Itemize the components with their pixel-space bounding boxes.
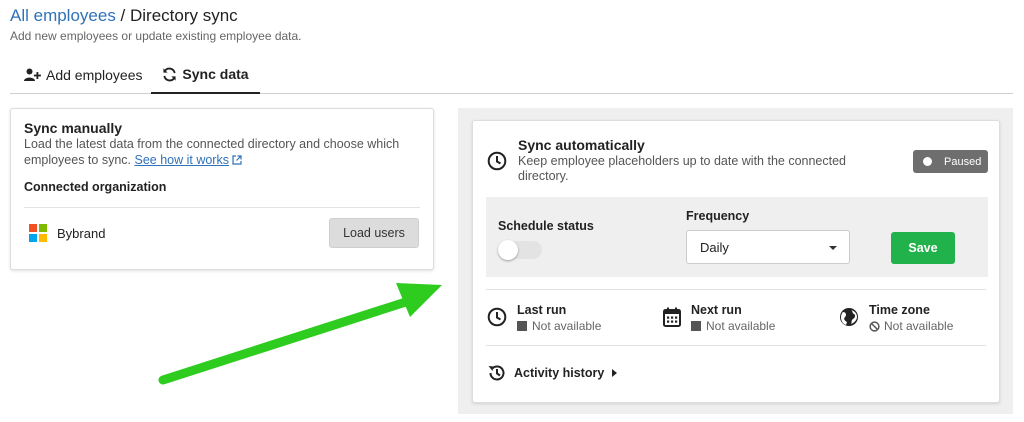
toggle-knob — [498, 240, 518, 260]
tab-add-employees-label: Add employees — [46, 67, 143, 83]
tab-sync-data[interactable]: Sync data — [151, 56, 260, 94]
history-icon — [488, 365, 505, 381]
tab-sync-data-label: Sync data — [182, 66, 249, 82]
status-badge-label: Paused — [944, 155, 982, 168]
next-run-value: Not available — [691, 319, 775, 333]
schedule-status-label: Schedule status — [498, 219, 594, 233]
page-title: All employees / Directory sync — [10, 6, 302, 26]
status-dot — [923, 157, 932, 166]
sync-manually-description: Load the latest data from the connected … — [24, 136, 424, 168]
last-run-value-text: Not available — [532, 319, 602, 333]
page-subtitle: Add new employees or update existing emp… — [10, 29, 302, 43]
globe-icon — [840, 308, 858, 326]
last-run-info: Last run Not available — [487, 303, 601, 333]
sync-manually-title: Sync manually — [24, 120, 123, 136]
clock-icon — [487, 307, 507, 327]
external-link-icon — [232, 155, 243, 165]
sync-automatically-card: Sync automatically Keep employee placeho… — [472, 120, 1000, 403]
time-zone-value: Not available — [869, 319, 953, 333]
see-how-it-works-label: See how it works — [134, 153, 229, 167]
time-zone-label: Time zone — [869, 303, 930, 317]
placeholder-square-icon — [517, 321, 527, 331]
frequency-label: Frequency — [686, 209, 750, 223]
activity-history-label: Activity history — [514, 366, 605, 380]
activity-history-toggle[interactable]: Activity history — [487, 363, 618, 383]
breadcrumb-all-employees-link[interactable]: All employees — [10, 6, 116, 25]
chevron-down-icon — [829, 246, 837, 250]
placeholder-square-icon — [691, 321, 701, 331]
see-how-it-works-link[interactable]: See how it works — [134, 153, 228, 167]
breadcrumb-current: Directory sync — [130, 6, 238, 25]
frequency-select[interactable]: Daily — [686, 230, 850, 264]
calendar-icon — [663, 307, 681, 327]
load-users-button[interactable]: Load users — [329, 218, 419, 248]
sync-automatically-description: Keep employee placeholders up to date wi… — [518, 154, 847, 183]
schedule-status-toggle[interactable] — [498, 240, 542, 260]
clock-icon — [487, 151, 507, 171]
next-run-label: Next run — [691, 303, 742, 317]
schedule-section: Schedule status Frequency Daily Save — [486, 197, 988, 277]
tab-add-employees[interactable]: Add employees — [24, 56, 143, 94]
breadcrumb-separator: / — [115, 6, 130, 25]
last-run-label: Last run — [517, 303, 567, 317]
sync-icon — [163, 67, 177, 81]
tab-bar: Add employees Sync data — [10, 56, 1013, 94]
next-run-info: Next run Not available — [663, 303, 775, 333]
sync-manually-card: Sync manually Load the latest data from … — [10, 108, 434, 270]
frequency-selected-value: Daily — [700, 239, 729, 255]
microsoft-logo — [29, 224, 47, 242]
last-run-value: Not available — [517, 319, 601, 333]
divider — [486, 289, 986, 290]
ban-icon — [869, 320, 880, 332]
divider — [486, 345, 986, 346]
divider — [24, 207, 420, 208]
save-button[interactable]: Save — [891, 232, 955, 264]
sync-automatically-title: Sync automatically — [518, 137, 645, 153]
next-run-value-text: Not available — [706, 319, 776, 333]
user-plus-icon — [24, 68, 41, 81]
time-zone-info: Time zone Not available — [839, 303, 953, 333]
time-zone-value-text: Not available — [884, 319, 954, 333]
page-header: All employees / Directory sync Add new e… — [10, 6, 302, 43]
organization-name: Bybrand — [57, 226, 106, 241]
status-badge: Paused — [913, 150, 988, 173]
connected-organization-label: Connected organization — [24, 180, 167, 194]
caret-right-icon — [612, 369, 618, 377]
